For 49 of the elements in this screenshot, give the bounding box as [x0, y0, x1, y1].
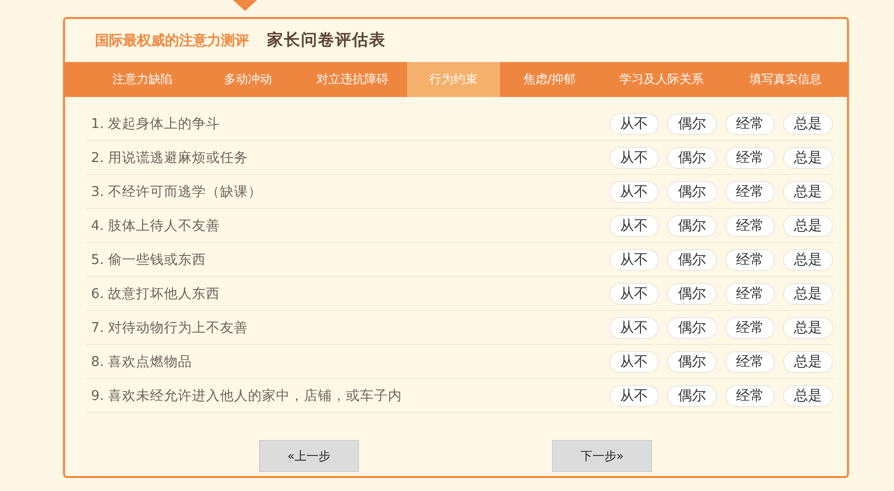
answer-option[interactable]: 经常	[725, 214, 775, 236]
brand-title: 国际最权威的注意力测评	[95, 32, 249, 50]
answer-option[interactable]: 从不	[609, 180, 659, 202]
answer-option[interactable]: 总是	[783, 180, 833, 202]
answer-option[interactable]: 经常	[725, 384, 775, 406]
step-button[interactable]: 下一步»	[552, 440, 652, 472]
answer-option[interactable]: 从不	[609, 316, 659, 338]
answer-option[interactable]: 总是	[783, 384, 833, 406]
question-text: 2. 用说谎逃避麻烦或任务	[90, 148, 248, 166]
answer-option[interactable]: 偶尔	[667, 146, 717, 168]
answer-option[interactable]: 从不	[609, 384, 659, 406]
answer-option[interactable]: 总是	[783, 112, 833, 134]
question-text: 1. 发起身体上的争斗	[90, 114, 220, 132]
answer-option[interactable]: 从不	[609, 112, 659, 134]
question-text: 5. 偷一些钱或东西	[90, 250, 206, 268]
question-text: 3. 不经许可而逃学（缺课）	[90, 182, 262, 200]
answer-option[interactable]: 总是	[783, 214, 833, 236]
answer-option[interactable]: 从不	[609, 146, 659, 168]
question-text: 4. 肢体上待人不友善	[90, 216, 220, 234]
answer-option[interactable]: 经常	[725, 282, 775, 304]
question-text: 8. 喜欢点燃物品	[90, 352, 192, 370]
answer-option[interactable]: 从不	[609, 282, 659, 304]
answer-option[interactable]: 经常	[725, 350, 775, 372]
answer-option[interactable]: 经常	[725, 146, 775, 168]
answer-option[interactable]: 总是	[783, 146, 833, 168]
question-text: 6. 故意打坏他人东西	[90, 284, 220, 302]
answer-option[interactable]: 经常	[725, 180, 775, 202]
answer-option[interactable]: 经常	[725, 112, 775, 134]
answer-option[interactable]: 从不	[609, 248, 659, 270]
step-button[interactable]: «上一步	[259, 440, 359, 472]
answer-option[interactable]: 总是	[783, 248, 833, 270]
answer-option[interactable]: 偶尔	[667, 316, 717, 338]
answer-option[interactable]: 总是	[783, 316, 833, 338]
answer-option[interactable]: 偶尔	[667, 384, 717, 406]
answer-option[interactable]: 偶尔	[667, 282, 717, 304]
answer-option[interactable]: 偶尔	[667, 180, 717, 202]
question-text: 7. 对待动物行为上不友善	[90, 318, 248, 336]
answer-option[interactable]: 经常	[725, 316, 775, 338]
form-title: 家长问卷评估表	[267, 30, 386, 51]
answer-option[interactable]: 偶尔	[667, 214, 717, 236]
answer-option[interactable]: 偶尔	[667, 350, 717, 372]
answer-option[interactable]: 从不	[609, 214, 659, 236]
answer-option[interactable]: 偶尔	[667, 112, 717, 134]
question-text: 9. 喜欢未经允许进入他人的家中，店铺，或车子内	[90, 386, 402, 404]
answer-option[interactable]: 从不	[609, 350, 659, 372]
answer-option[interactable]: 经常	[725, 248, 775, 270]
answer-option[interactable]: 总是	[783, 282, 833, 304]
answer-option[interactable]: 总是	[783, 350, 833, 372]
answer-option[interactable]: 偶尔	[667, 248, 717, 270]
